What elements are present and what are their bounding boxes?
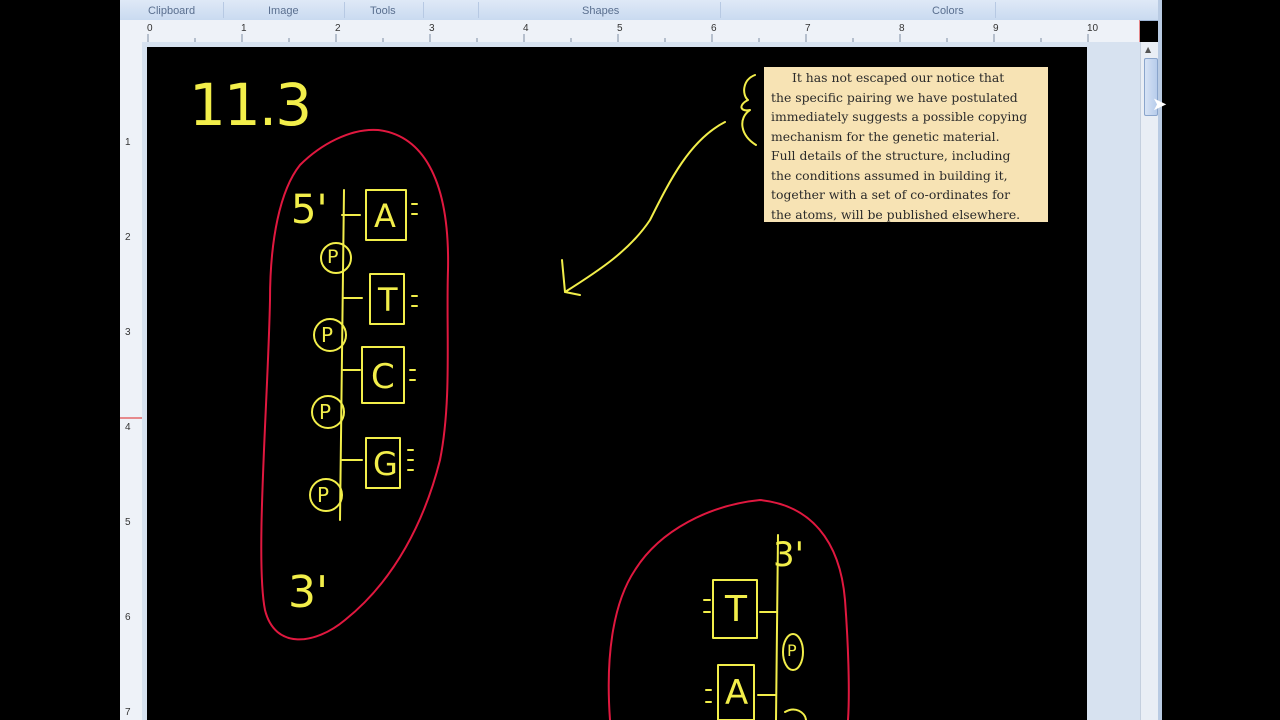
strand2-end-top: 3' [773,535,804,575]
quote-line: the conditions assumed in building it, [771,167,1008,183]
pasted-quote-image: It has not escaped our notice that the s… [764,67,1048,222]
ruler-h-5: 5 [617,23,623,34]
ruler-h-6: 6 [711,23,717,34]
ruler-h-9: 9 [993,23,999,34]
ruler-h-2: 2 [335,23,341,34]
ruler-h-8: 8 [899,23,905,34]
vertical-ruler: 1 2 3 4 5 6 7 [120,42,143,720]
base-label-a: A [374,197,396,235]
paint-window: Clipboard Image Tools Shapes Colors 0 1 … [0,0,1280,720]
right-margin [1162,0,1280,720]
base-label-a2: A [725,673,749,713]
ribbon-group-tools[interactable]: Tools [370,5,396,17]
phosphate-label-3: P [319,400,332,424]
heading-number: 11.3 [189,71,312,139]
vertical-ruler-marker [120,417,142,419]
base-label-c: C [371,357,395,397]
phosphate-label-5: P [787,641,797,660]
ribbon-group-labels: Clipboard Image Tools Shapes Colors [120,0,1160,21]
quote-line: the atoms, will be published elsewhere. [771,206,1021,222]
scroll-up-icon[interactable]: ▲ [1145,45,1151,54]
brace [740,74,757,146]
ribbon-group-shapes[interactable]: Shapes [582,5,619,17]
phosphate-label-4: P [317,483,330,507]
quote-line: Full details of the structure, including [771,148,1011,163]
backbone-line-1 [339,189,345,521]
ribbon-group-clipboard[interactable]: Clipboard [148,5,195,17]
quote-line: the specific pairing we have postulated [771,89,1018,105]
strand1-end-bottom: 3' [288,567,329,618]
horizontal-ruler: 0 1 2 3 4 5 6 7 8 9 10 [120,20,1140,43]
ruler-h-0: 0 [147,23,153,34]
left-margin [0,0,120,720]
quote-line: together with a set of co-ordinates for [771,187,1011,202]
mouse-pointer-icon: ➤ [1152,94,1168,115]
phosphate-label-2: P [321,323,334,347]
ribbon-group-image[interactable]: Image [268,5,299,17]
quote-line: It has not escaped our notice that [792,70,1005,85]
ruler-h-3: 3 [429,23,435,34]
ribbon-group-colors[interactable]: Colors [932,5,964,17]
horizontal-ruler-ticks [147,20,1140,42]
quote-line: immediately suggests a possible copying [771,109,1028,124]
vertical-scrollbar[interactable]: ▲ [1140,42,1159,720]
ruler-h-10: 10 [1087,23,1099,34]
strand1-end-top: 5' [291,187,328,233]
ruler-h-7: 7 [805,23,811,34]
red-outline-strand-1 [260,128,450,641]
base-label-t: T [378,281,398,319]
base-label-g: G [373,445,398,483]
curved-arrow [564,121,726,293]
quote-line: mechanism for the genetic material. [771,128,1000,144]
base-label-t2: T [725,589,747,630]
ruler-h-1: 1 [241,23,247,34]
ruler-h-4: 4 [523,23,529,34]
phosphate-label-1: P [327,246,339,268]
